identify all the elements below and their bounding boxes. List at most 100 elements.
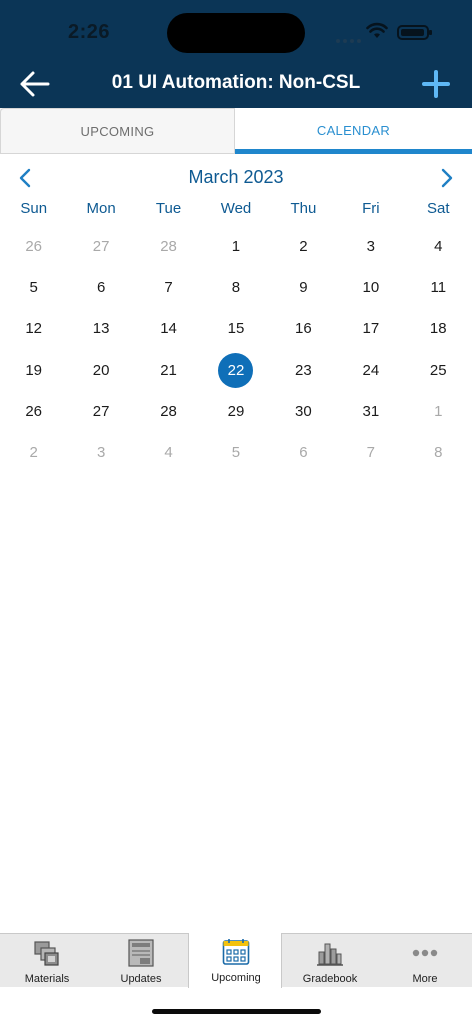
weekday-label: Wed bbox=[220, 200, 252, 217]
calendar-day[interactable]: 8 bbox=[405, 432, 472, 473]
calendar-day[interactable]: 20 bbox=[67, 350, 134, 391]
tab-upcoming[interactable]: UPCOMING bbox=[0, 108, 235, 154]
calendar-day-number: 2 bbox=[299, 238, 308, 255]
calendar-day-selected[interactable]: 22 bbox=[202, 350, 269, 391]
chevron-right-icon bbox=[441, 168, 453, 188]
calendar-day-number: 7 bbox=[366, 444, 375, 461]
cellular-signal-icon bbox=[336, 30, 364, 48]
calendar-day-number: 22 bbox=[218, 352, 254, 388]
month-label: March 2023 bbox=[188, 167, 284, 187]
calendar-day[interactable]: 16 bbox=[270, 308, 337, 349]
calendar-day[interactable]: 18 bbox=[405, 308, 472, 349]
calendar-day-number: 10 bbox=[362, 279, 380, 297]
calendar-navigation: March 2023 bbox=[0, 162, 472, 194]
calendar-day[interactable]: 24 bbox=[337, 350, 404, 391]
calendar-day[interactable]: 11 bbox=[405, 267, 472, 308]
calendar-day[interactable]: 5 bbox=[0, 267, 67, 308]
calendar-day[interactable]: 17 bbox=[337, 308, 404, 349]
calendar-day[interactable]: 2 bbox=[0, 432, 67, 473]
weekday-label: Mon bbox=[86, 200, 116, 217]
calendar-day[interactable]: 3 bbox=[67, 432, 134, 473]
calendar-day[interactable]: 13 bbox=[67, 308, 134, 349]
calendar-day-number: 12 bbox=[25, 320, 43, 338]
weekday-label: Sun bbox=[20, 200, 48, 217]
page-title: 01 UI Automation: Non-CSL bbox=[111, 72, 361, 93]
tabbar-item-upcoming[interactable]: Upcoming bbox=[188, 933, 282, 988]
calendar-day-number: 14 bbox=[160, 320, 177, 338]
calendar-day[interactable]: 2 bbox=[270, 226, 337, 267]
calendar-day[interactable]: 21 bbox=[135, 350, 202, 391]
calendar-day[interactable]: 4 bbox=[135, 432, 202, 473]
previous-month-button[interactable] bbox=[14, 166, 38, 190]
calendar-day-number: 9 bbox=[299, 279, 308, 297]
calendar-day[interactable]: 31 bbox=[337, 391, 404, 432]
calendar-day-number: 28 bbox=[160, 402, 177, 420]
calendar-day[interactable]: 23 bbox=[270, 350, 337, 391]
calendar-day[interactable]: 9 bbox=[270, 267, 337, 308]
materials-icon bbox=[34, 941, 59, 966]
tabbar-label-more: More bbox=[412, 973, 438, 985]
calendar-day[interactable]: 1 bbox=[202, 226, 269, 267]
calendar-icon bbox=[222, 939, 250, 965]
tabbar-item-materials[interactable]: Materials bbox=[0, 934, 94, 988]
arrow-left-icon bbox=[20, 71, 50, 97]
next-month-button[interactable] bbox=[434, 166, 458, 190]
weekday-label: Sat bbox=[427, 200, 450, 217]
home-indicator bbox=[152, 1009, 321, 1014]
calendar-day[interactable]: 25 bbox=[405, 350, 472, 391]
calendar-day-number: 4 bbox=[434, 238, 443, 255]
add-button[interactable] bbox=[420, 68, 452, 100]
calendar-day-number: 30 bbox=[295, 402, 312, 420]
calendar-day[interactable]: 8 bbox=[202, 267, 269, 308]
calendar-day[interactable]: 29 bbox=[202, 391, 269, 432]
calendar-day-number: 5 bbox=[29, 279, 38, 297]
calendar-day-number: 3 bbox=[96, 444, 106, 461]
calendar-day[interactable]: 7 bbox=[337, 432, 404, 473]
calendar-day[interactable]: 12 bbox=[0, 308, 67, 349]
calendar-day-number: 13 bbox=[92, 320, 110, 338]
wifi-icon bbox=[366, 22, 388, 38]
tabbar-item-more[interactable]: More bbox=[378, 934, 472, 988]
calendar-day-number: 21 bbox=[160, 361, 177, 379]
calendar-day-number: 27 bbox=[92, 238, 110, 255]
calendar-day[interactable]: 19 bbox=[0, 350, 67, 391]
calendar-day[interactable]: 30 bbox=[270, 391, 337, 432]
calendar-day[interactable]: 5 bbox=[202, 432, 269, 473]
calendar-day[interactable]: 7 bbox=[135, 267, 202, 308]
calendar-day[interactable]: 4 bbox=[405, 226, 472, 267]
calendar-day[interactable]: 28 bbox=[135, 226, 202, 267]
calendar-day-number: 25 bbox=[429, 361, 447, 379]
calendar-day-number: 23 bbox=[295, 361, 312, 379]
calendar-day-number: 1 bbox=[231, 238, 241, 255]
calendar-day[interactable]: 10 bbox=[337, 267, 404, 308]
tabbar-item-updates[interactable]: Updates bbox=[94, 934, 188, 988]
back-button[interactable] bbox=[18, 68, 52, 100]
calendar-day-number: 31 bbox=[362, 402, 380, 420]
tabbar-label-upcoming: Upcoming bbox=[211, 972, 261, 984]
calendar-day[interactable]: 27 bbox=[67, 226, 134, 267]
calendar-day[interactable]: 26 bbox=[0, 391, 67, 432]
status-icons bbox=[336, 22, 436, 43]
calendar-day-number: 8 bbox=[231, 279, 241, 297]
tabbar-item-gradebook[interactable]: Gradebook bbox=[283, 934, 377, 988]
calendar-day[interactable]: 26 bbox=[0, 226, 67, 267]
more-icon bbox=[412, 949, 438, 957]
calendar-day[interactable]: 6 bbox=[270, 432, 337, 473]
calendar-day[interactable]: 3 bbox=[337, 226, 404, 267]
calendar-day-number: 6 bbox=[96, 279, 106, 297]
calendar-day[interactable]: 28 bbox=[135, 391, 202, 432]
calendar-day[interactable]: 15 bbox=[202, 308, 269, 349]
bottom-tab-bar: Materials Updates Upcoming Gradebook Mor… bbox=[0, 933, 472, 988]
calendar-day[interactable]: 14 bbox=[135, 308, 202, 349]
calendar-day[interactable]: 6 bbox=[67, 267, 134, 308]
weekday-label: Fri bbox=[362, 200, 380, 217]
calendar-day[interactable]: 1 bbox=[405, 391, 472, 432]
calendar-day-number: 1 bbox=[434, 402, 443, 420]
calendar-day-number: 4 bbox=[164, 444, 173, 461]
tab-calendar-label: CALENDAR bbox=[316, 123, 391, 138]
tab-calendar[interactable]: CALENDAR bbox=[235, 108, 472, 154]
plus-icon bbox=[422, 70, 450, 98]
calendar-day-number: 28 bbox=[160, 238, 177, 255]
dynamic-island bbox=[167, 13, 305, 53]
calendar-day[interactable]: 27 bbox=[67, 391, 134, 432]
